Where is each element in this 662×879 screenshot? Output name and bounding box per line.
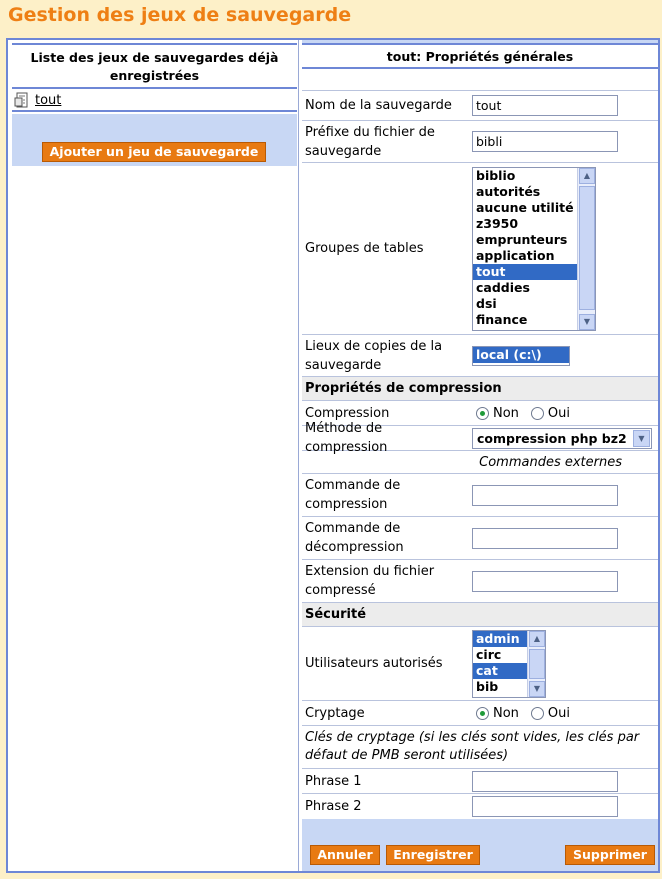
- users-row: Utilisateurs autorisés admin circ cat bi…: [302, 627, 658, 701]
- delete-button[interactable]: Supprimer: [565, 845, 655, 865]
- backup-list: tout: [12, 90, 297, 112]
- encryption-no-label: Non: [493, 705, 519, 721]
- decompress-cmd-row: Commande de décompression: [302, 517, 658, 560]
- properties-pane: tout: Propriétés générales Nom de la sau…: [302, 40, 658, 871]
- cancel-button[interactable]: Annuler: [310, 845, 380, 865]
- copy-locations-row: Lieux de copies de la sauvegarde local (…: [302, 335, 658, 377]
- encryption-row: Cryptage Non Oui: [302, 701, 658, 726]
- properties-form: tout: Propriétés générales Nom de la sau…: [302, 43, 658, 819]
- extension-label: Extension du fichier compressé: [305, 564, 435, 598]
- encryption-no-radio[interactable]: [476, 706, 489, 720]
- prefix-row: Préfixe du fichier de sauvegarde bibli: [302, 121, 658, 163]
- add-button-band: Ajouter un jeu de sauvegarde: [12, 114, 297, 166]
- user-option-selected[interactable]: cat: [473, 662, 527, 679]
- list-item[interactable]: tout: [14, 92, 61, 108]
- compression-method-value: compression php bz2: [477, 430, 627, 446]
- prefix-input[interactable]: bibli: [472, 131, 618, 152]
- phrase2-input[interactable]: [472, 796, 618, 817]
- encryption-yes-radio[interactable]: [530, 706, 544, 720]
- users-scrollbar[interactable]: ▲ ▼: [527, 630, 545, 697]
- name-row: Nom de la sauvegarde tout: [302, 91, 658, 121]
- scroll-up-icon[interactable]: ▲: [529, 630, 545, 647]
- page-title: Gestion des jeux de sauvegarde: [8, 4, 352, 26]
- encryption-label: Cryptage: [305, 705, 365, 721]
- backup-item-link[interactable]: tout: [35, 93, 61, 108]
- backup-list-header: Liste des jeux de sauvegardes déjà enreg…: [12, 43, 297, 89]
- compress-cmd-label: Commande de compression: [305, 478, 401, 512]
- decompress-cmd-label: Commande de décompression: [305, 521, 404, 555]
- table-groups-label: Groupes de tables: [305, 241, 424, 256]
- table-groups-scrollbar[interactable]: ▲ ▼: [577, 167, 595, 330]
- name-input[interactable]: tout: [472, 95, 618, 116]
- table-groups-row: Groupes de tables biblio autorités aucun…: [302, 163, 658, 335]
- save-button[interactable]: Enregistrer: [386, 845, 480, 865]
- security-section-header: Sécurité: [302, 603, 658, 627]
- compression-section-header: Propriétés de compression: [302, 377, 658, 401]
- scroll-up-icon[interactable]: ▲: [579, 167, 595, 184]
- phrase2-label: Phrase 2: [305, 799, 362, 814]
- chevron-down-icon[interactable]: ▼: [633, 429, 650, 447]
- compression-no-radio[interactable]: [476, 406, 489, 420]
- compression-method-label: Méthode de compression: [305, 421, 388, 455]
- backup-list-pane: Liste des jeux de sauvegardes déjà enreg…: [8, 40, 299, 871]
- extension-row: Extension du fichier compressé: [302, 560, 658, 603]
- scroll-thumb[interactable]: [529, 648, 545, 679]
- name-label: Nom de la sauvegarde: [305, 98, 452, 113]
- scroll-down-icon[interactable]: ▼: [529, 680, 545, 697]
- compression-yes-radio[interactable]: [530, 406, 544, 420]
- users-listbox[interactable]: admin circ cat bib ▲ ▼: [472, 629, 546, 698]
- phrase1-label: Phrase 1: [305, 773, 362, 789]
- encryption-keys-note: Clés de cryptage (si les clés sont vides…: [302, 726, 658, 769]
- encryption-yes-label: Oui: [547, 705, 571, 721]
- compression-method-select[interactable]: compression php bz2 ▼: [472, 427, 652, 449]
- compress-cmd-input[interactable]: [472, 484, 618, 506]
- add-backup-set-button[interactable]: Ajouter un jeu de sauvegarde: [42, 142, 266, 162]
- copy-locations-listbox[interactable]: local (c:\): [472, 345, 570, 366]
- backup-file-icon: [14, 92, 28, 108]
- users-label: Utilisateurs autorisés: [305, 656, 443, 671]
- compress-cmd-row: Commande de compression: [302, 474, 658, 517]
- form-spacer: [302, 69, 658, 91]
- copy-locations-label: Lieux de copies de la sauvegarde: [305, 338, 443, 373]
- main-frame: Liste des jeux de sauvegardes déjà enreg…: [6, 38, 660, 873]
- extension-input[interactable]: [472, 570, 618, 592]
- action-bar: Annuler Enregistrer Supprimer: [302, 845, 658, 867]
- scroll-thumb[interactable]: [579, 185, 595, 310]
- compression-no-label: Non: [493, 405, 519, 421]
- copy-location-option-selected[interactable]: local (c:\): [473, 346, 569, 363]
- user-option-selected[interactable]: admin: [473, 630, 527, 647]
- compression-method-row: Méthode de compression compression php b…: [302, 421, 658, 455]
- table-groups-listbox[interactable]: biblio autorités aucune utilité z3950 em…: [472, 166, 596, 331]
- phrase1-row: Phrase 1: [302, 769, 658, 794]
- phrase1-input[interactable]: [472, 770, 618, 792]
- scroll-down-icon[interactable]: ▼: [579, 313, 595, 330]
- prefix-label: Préfixe du fichier de sauvegarde: [305, 124, 435, 159]
- phrase2-row: Phrase 2: [302, 794, 658, 819]
- form-title: tout: Propriétés générales: [302, 45, 658, 69]
- decompress-cmd-input[interactable]: [472, 527, 618, 549]
- compression-yes-label: Oui: [547, 405, 571, 421]
